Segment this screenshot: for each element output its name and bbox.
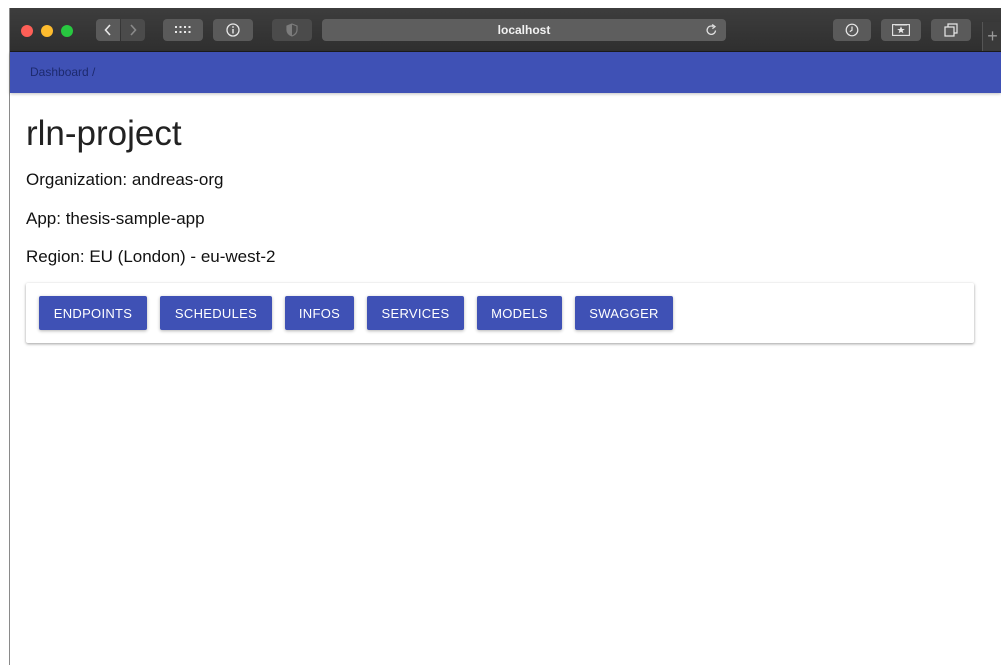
region-text: Region: EU (London) - eu-west-2 <box>26 247 276 266</box>
star-icon <box>892 24 910 36</box>
swagger-button[interactable]: SWAGGER <box>575 296 673 330</box>
bookmark-button[interactable] <box>881 19 921 41</box>
infos-button[interactable]: INFOS <box>285 296 354 330</box>
app-text: App: thesis-sample-app <box>26 209 205 228</box>
browser-toolbar: localhost + <box>10 8 1001 52</box>
schedules-button[interactable]: SCHEDULES <box>160 296 272 330</box>
new-tab-button[interactable]: + <box>982 22 1001 51</box>
grid-icon <box>175 26 191 34</box>
app-header: Dashboard / <box>10 52 1001 93</box>
reload-icon[interactable] <box>705 23 718 42</box>
endpoints-button[interactable]: ENDPOINTS <box>39 296 147 330</box>
plus-icon: + <box>987 26 998 46</box>
privacy-button[interactable] <box>272 19 312 41</box>
organization-text: Organization: andreas-org <box>26 170 224 189</box>
models-button[interactable]: MODELS <box>477 296 562 330</box>
page-title: rln-project <box>26 114 182 153</box>
address-text: localhost <box>497 23 551 37</box>
services-button[interactable]: SERVICES <box>367 296 464 330</box>
shield-icon <box>286 23 298 37</box>
back-button[interactable] <box>96 19 120 41</box>
actions-card: ENDPOINTS SCHEDULES INFOS SERVICES MODEL… <box>26 283 974 343</box>
address-bar[interactable]: localhost <box>322 19 726 41</box>
tab-overview-button[interactable] <box>931 19 971 41</box>
chevron-right-icon <box>129 24 137 36</box>
page-info-button[interactable] <box>213 19 253 41</box>
history-button[interactable] <box>833 19 871 41</box>
forward-button[interactable] <box>121 19 145 41</box>
project-details: rln-project Organization: andreas-org Ap… <box>26 110 976 343</box>
info-icon <box>226 23 240 37</box>
breadcrumb[interactable]: Dashboard / <box>30 65 95 79</box>
zoom-window-button[interactable] <box>61 25 73 37</box>
top-sites-button[interactable] <box>163 19 203 41</box>
chevron-left-icon <box>104 24 112 36</box>
clock-icon <box>845 23 859 37</box>
minimize-window-button[interactable] <box>41 25 53 37</box>
tabs-icon <box>944 23 958 37</box>
close-window-button[interactable] <box>21 25 33 37</box>
